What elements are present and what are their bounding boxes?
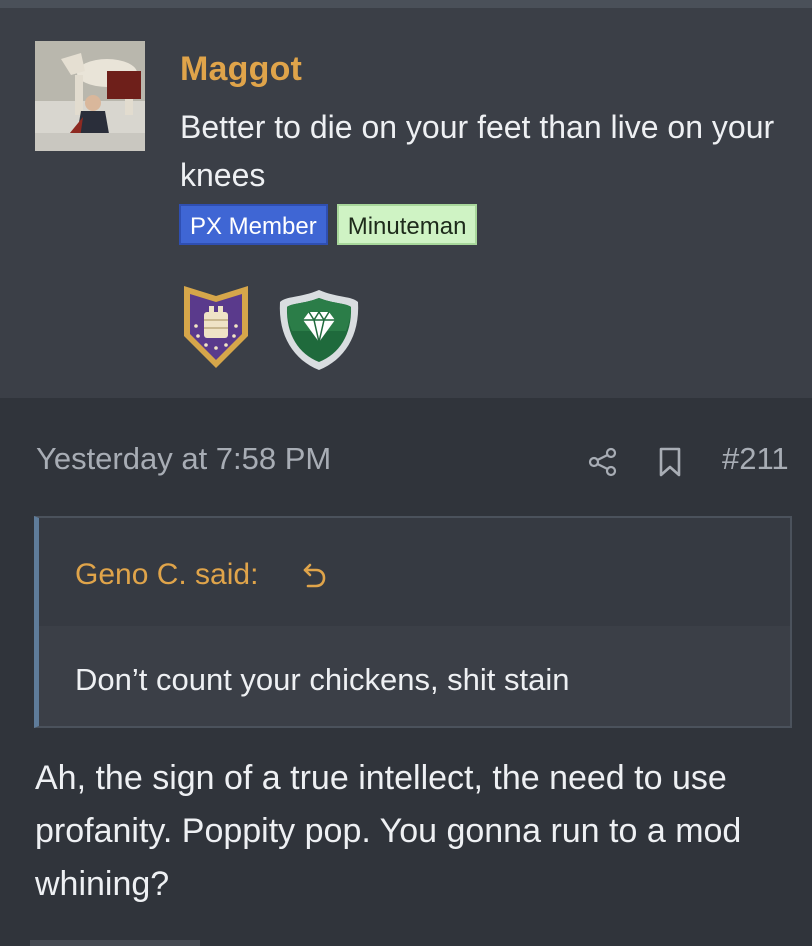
quote-content: Don’t count your chickens, shit stain: [39, 626, 790, 726]
minuteman-badge: Minuteman: [336, 204, 478, 245]
top-bar: [0, 0, 812, 8]
armor-vest-shield-icon[interactable]: [180, 282, 252, 377]
diamond-shield-icon[interactable]: [276, 286, 362, 377]
avatar[interactable]: [35, 41, 145, 151]
username[interactable]: Maggot: [180, 50, 302, 89]
bookmark-icon[interactable]: [657, 446, 683, 483]
quote-header: Geno C. said:: [39, 518, 790, 626]
jump-to-quote-icon[interactable]: [301, 561, 327, 594]
user-info-panel: Maggot Better to die on your feet than l…: [0, 8, 812, 398]
post-meta-bar: Yesterday at 7:58 PM: [0, 398, 812, 518]
user-title: Better to die on your feet than live on …: [180, 109, 775, 193]
quote-author[interactable]: Geno C. said:: [75, 558, 258, 592]
user-banners: PX Member Minuteman: [179, 204, 478, 248]
post-footer-divider: [30, 940, 200, 946]
quote-block: Geno C. said: Don’t count your chickens,…: [34, 516, 792, 728]
share-icon[interactable]: [588, 447, 618, 482]
quote-text: Don’t count your chickens, shit stain: [75, 662, 570, 697]
post-body: Ah, the sign of a true intellect, the ne…: [35, 759, 742, 903]
px-member-badge: PX Member: [179, 204, 328, 245]
post-number[interactable]: #211: [722, 441, 789, 477]
post-date[interactable]: Yesterday at 7:58 PM: [36, 441, 331, 477]
